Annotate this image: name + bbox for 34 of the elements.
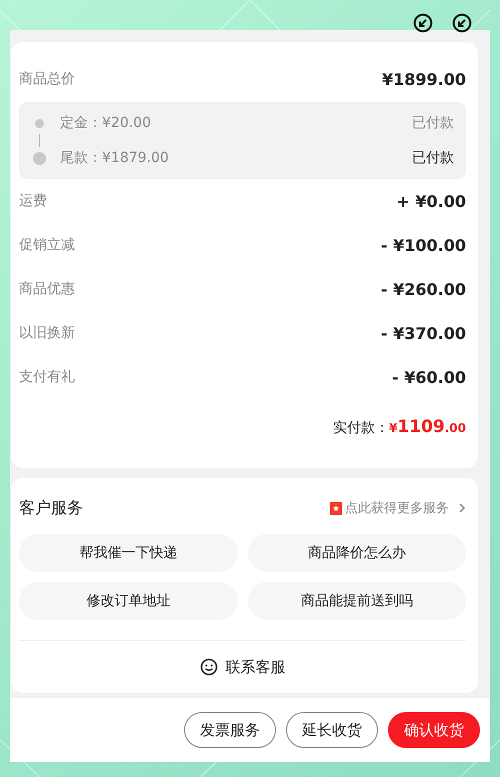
- star-tag-icon: [330, 502, 342, 514]
- row-value: - ¥100.00: [380, 236, 466, 254]
- paid-amount: ¥1109.00: [389, 417, 466, 437]
- confirm-button[interactable]: 确认收货: [388, 712, 480, 748]
- contact-service-button[interactable]: 联系客服: [200, 658, 286, 676]
- action-button[interactable]: 发票服务: [184, 712, 276, 748]
- quick-question-button[interactable]: 商品降价怎么办: [248, 534, 466, 572]
- quick-question-button[interactable]: 帮我催一下快递: [19, 534, 238, 572]
- row-label: 支付有礼: [19, 368, 75, 386]
- arrow-circle-icon[interactable]: [452, 13, 472, 33]
- timeline-line: [39, 134, 40, 147]
- arrow-circle-icon[interactable]: [413, 13, 433, 33]
- stage-status: 已付款: [412, 149, 454, 167]
- row-label: 商品优惠: [19, 280, 75, 298]
- row-label: 促销立减: [19, 236, 75, 254]
- row-label: 商品总价: [19, 70, 75, 88]
- row-value: + ¥0.00: [396, 192, 466, 210]
- smiley-icon: [200, 658, 218, 676]
- row-label: 以旧换新: [19, 324, 75, 342]
- action-button[interactable]: 延长收货: [286, 712, 378, 748]
- row-value: - ¥260.00: [380, 280, 466, 298]
- chevron-right-icon[interactable]: [458, 502, 466, 514]
- paid-label: 实付款：: [333, 419, 390, 437]
- row-value: - ¥60.00: [392, 368, 466, 386]
- stage-label: 定金：¥20.00: [60, 114, 152, 132]
- stage-status: 已付款: [412, 114, 454, 132]
- row-label: 运费: [19, 192, 47, 210]
- more-services-link[interactable]: 点此获得更多服务: [345, 499, 449, 517]
- quick-question-button[interactable]: 修改订单地址: [19, 582, 238, 620]
- row-value: ¥1899.00: [382, 70, 466, 88]
- quick-question-button[interactable]: 商品能提前送到吗: [248, 582, 466, 620]
- section-title: 客户服务: [19, 498, 83, 518]
- stage-label: 尾款：¥1879.00: [60, 149, 170, 167]
- row-value: - ¥370.00: [380, 324, 466, 342]
